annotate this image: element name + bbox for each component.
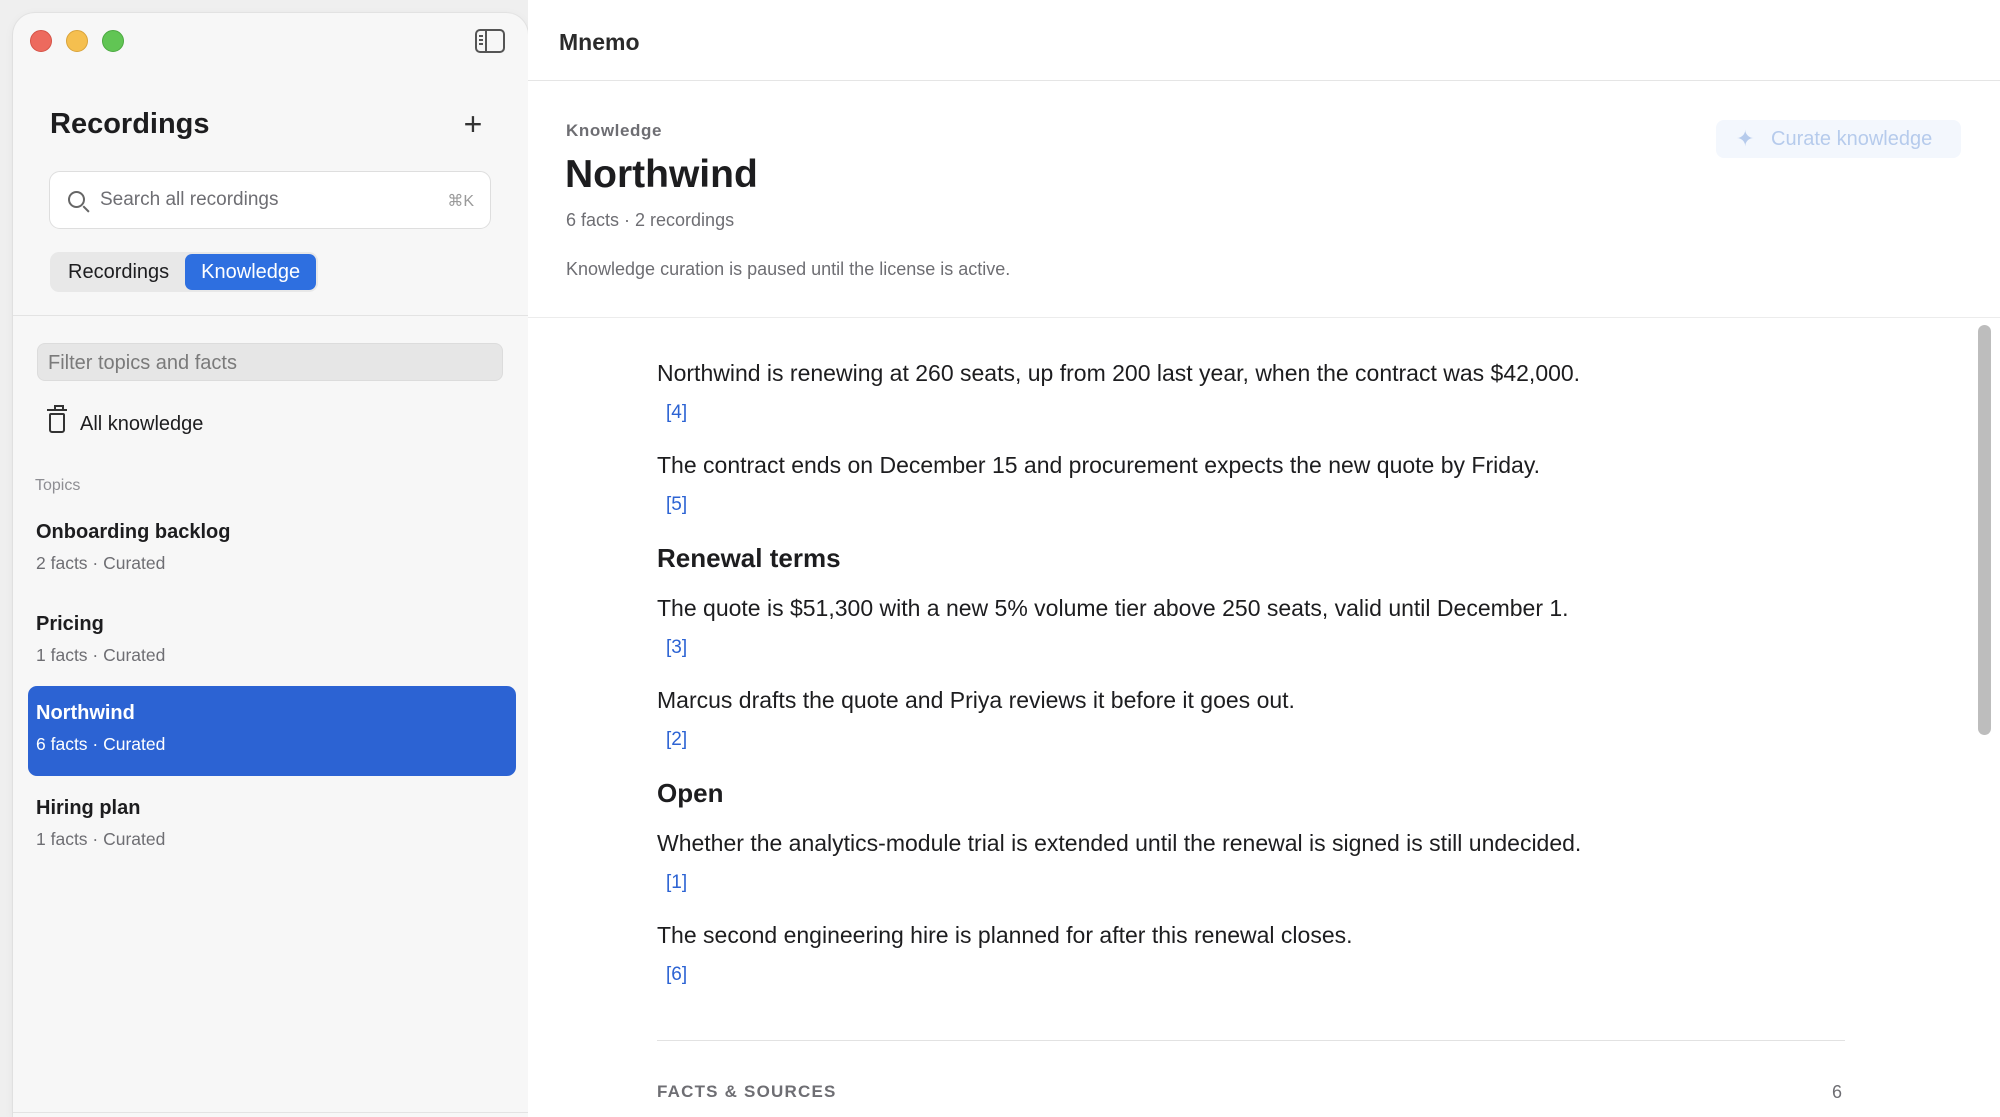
close-window-button[interactable]: [30, 30, 52, 52]
minimize-window-button[interactable]: [66, 30, 88, 52]
topic-meta: 1 facts · Curated: [36, 645, 166, 665]
topic-item-pricing[interactable]: Pricing 1 facts · Curated: [28, 597, 516, 687]
view-segmented-control: Recordings Knowledge: [50, 252, 319, 292]
facts-sources-heading: FACTS & SOURCES: [657, 1082, 837, 1101]
window-controls: [30, 30, 124, 52]
topic-name: Northwind: [36, 702, 135, 724]
section-kicker: Knowledge: [566, 121, 663, 140]
divider: [528, 80, 2000, 81]
scrollbar-thumb[interactable]: [1978, 325, 1991, 735]
sidebar: Recordings + Search all recordings ⌘K Re…: [13, 13, 528, 1117]
page-title: Northwind: [565, 153, 758, 196]
fact-text: The contract ends on December 15 and pro…: [657, 452, 1541, 478]
search-icon: [68, 191, 85, 208]
search-placeholder: Search all recordings: [100, 189, 279, 210]
fact-text: The second engineering hire is planned f…: [657, 922, 1353, 948]
sidebar-title: Recordings: [50, 108, 210, 140]
topic-meta: 1 facts · Curated: [36, 829, 166, 849]
topic-summary: 6 facts · 2 recordings: [566, 210, 735, 230]
tab-knowledge[interactable]: Knowledge: [185, 254, 317, 290]
section-heading: Open: [657, 778, 724, 808]
zoom-window-button[interactable]: [102, 30, 124, 52]
search-input[interactable]: Search all recordings ⌘K: [49, 171, 491, 229]
divider: [657, 1040, 1845, 1041]
topic-item-northwind[interactable]: Northwind 6 facts · Curated: [28, 686, 516, 776]
topic-item-hiring-plan[interactable]: Hiring plan 1 facts · Curated: [28, 781, 516, 871]
topic-name: Hiring plan: [36, 797, 141, 819]
filter-placeholder: Filter topics and facts: [48, 352, 237, 374]
divider: [13, 1112, 528, 1113]
topics-heading: Topics: [35, 477, 81, 494]
fact-text: Marcus drafts the quote and Priya review…: [657, 687, 1295, 713]
topic-meta: 2 facts · Curated: [36, 553, 166, 573]
facts-sources-count: 6: [1832, 1082, 1843, 1102]
tab-recordings[interactable]: Recordings: [52, 254, 185, 290]
citation-link[interactable]: [2]: [666, 729, 687, 751]
topic-meta: 6 facts · Curated: [36, 734, 166, 754]
citation-link[interactable]: [6]: [666, 964, 687, 986]
divider: [528, 317, 2000, 318]
search-shortcut: ⌘K: [447, 193, 474, 210]
citation-link[interactable]: [4]: [666, 402, 687, 424]
curate-knowledge-button[interactable]: ✦ Curate knowledge: [1716, 120, 1961, 158]
add-recording-button[interactable]: +: [458, 108, 488, 140]
all-knowledge-item[interactable]: All knowledge: [37, 403, 503, 445]
all-knowledge-label: All knowledge: [80, 413, 204, 435]
topic-item-onboarding-backlog[interactable]: Onboarding backlog 2 facts · Curated: [28, 505, 516, 595]
topic-name: Pricing: [36, 613, 104, 635]
fact-text: Northwind is renewing at 260 seats, up f…: [657, 360, 1581, 386]
fact-text: The quote is $51,300 with a new 5% volum…: [657, 595, 1569, 621]
topic-name: Onboarding backlog: [36, 521, 231, 543]
fact-text: Whether the analytics-module trial is ex…: [657, 830, 1582, 856]
citation-link[interactable]: [5]: [666, 494, 687, 516]
app-title: Mnemo: [559, 29, 640, 55]
sparkle-icon: ✦: [1736, 126, 1755, 151]
citation-link[interactable]: [3]: [666, 637, 687, 659]
trash-icon: [47, 405, 67, 433]
sidebar-toggle-icon[interactable]: [475, 29, 505, 53]
curate-knowledge-label: Curate knowledge: [1771, 128, 1933, 150]
divider: [13, 315, 528, 316]
main-pane: Mnemo Knowledge Northwind 6 facts · 2 re…: [528, 0, 2000, 1117]
section-heading: Renewal terms: [657, 543, 841, 573]
license-notice: Knowledge curation is paused until the l…: [566, 259, 1011, 279]
filter-input[interactable]: Filter topics and facts: [37, 343, 503, 381]
citation-link[interactable]: [1]: [666, 872, 687, 894]
